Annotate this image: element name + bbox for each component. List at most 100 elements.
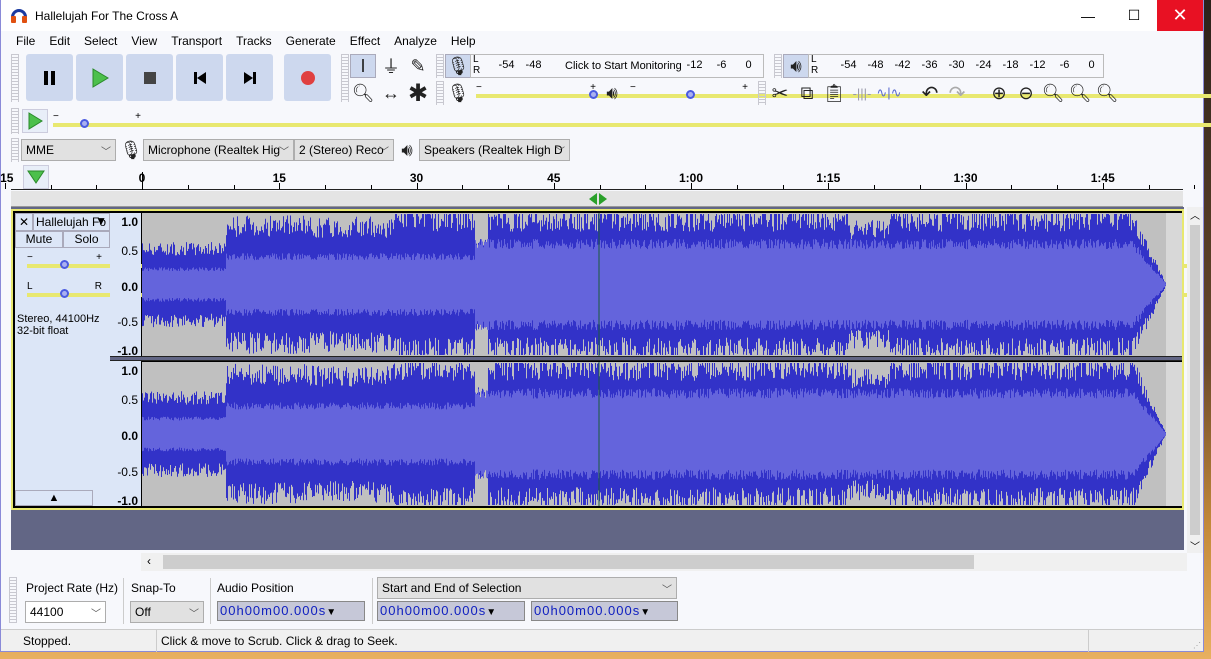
- horizontal-scrollbar[interactable]: ‹: [141, 553, 1187, 571]
- menu-analyze[interactable]: Analyze: [387, 34, 444, 48]
- scroll-up-icon[interactable]: ︿: [1187, 207, 1203, 223]
- skip-to-start-button[interactable]: [176, 54, 223, 101]
- menu-select[interactable]: Select: [77, 34, 124, 48]
- timeline-options-button[interactable]: [23, 165, 49, 189]
- scroll-down-icon[interactable]: ﹀: [1187, 538, 1203, 553]
- zoom-tool-icon[interactable]: 🔍︎: [350, 81, 376, 105]
- record-meter-grip[interactable]: [436, 54, 444, 78]
- play-meter-grip[interactable]: [774, 54, 782, 78]
- selection-toolbar-grip[interactable]: [9, 577, 17, 623]
- track-pan-slider[interactable]: L R: [27, 281, 1200, 299]
- record-button[interactable]: [284, 54, 331, 101]
- menu-transport[interactable]: Transport: [164, 34, 229, 48]
- track-control-panel[interactable]: ✕ Hallelujah Fo ▼ Mute Solo − + L R Stere…: [15, 213, 1200, 506]
- track-gain-slider[interactable]: − +: [27, 252, 1200, 270]
- scrub-bar[interactable]: [11, 191, 1183, 207]
- waveform-left-channel[interactable]: [142, 213, 1182, 356]
- playback-speed-knob[interactable]: [79, 119, 89, 128]
- minimize-button[interactable]: —: [1065, 0, 1111, 31]
- edit-toolbar-grip[interactable]: [758, 81, 766, 105]
- playhead-marker-icon[interactable]: [589, 193, 607, 205]
- vertical-scrollbar[interactable]: ︿ ﹀: [1187, 207, 1203, 553]
- skip-to-end-button[interactable]: [226, 54, 273, 101]
- fit-project-icon[interactable]: 🔍︎: [1067, 81, 1093, 105]
- redo-icon[interactable]: ↷: [944, 81, 970, 105]
- menu-help[interactable]: Help: [444, 34, 483, 48]
- mixer-toolbar-grip[interactable]: [436, 81, 444, 105]
- play-meter-speaker-icon[interactable]: 🔊︎: [783, 54, 809, 78]
- project-rate-select[interactable]: 44100 ﹀: [25, 601, 106, 623]
- selection-start-field[interactable]: 00h00m00.000s▼: [377, 601, 525, 621]
- playback-speed-slider[interactable]: − +: [53, 111, 1211, 129]
- track-close-button[interactable]: ✕: [15, 213, 33, 231]
- menu-edit[interactable]: Edit: [42, 34, 77, 48]
- recording-channels-select[interactable]: 2 (Stereo) Reco ﹀: [294, 139, 394, 161]
- solo-button[interactable]: Solo: [63, 231, 110, 248]
- playback-volume-knob[interactable]: [685, 90, 695, 99]
- maximize-button[interactable]: ☐: [1111, 0, 1157, 31]
- menu-tracks[interactable]: Tracks: [229, 34, 279, 48]
- collapse-track-button[interactable]: ▲: [15, 490, 93, 506]
- paste-icon[interactable]: 📋︎: [821, 81, 847, 105]
- play-at-speed-button[interactable]: [22, 109, 48, 133]
- menu-file[interactable]: File: [9, 34, 42, 48]
- resize-grip-icon[interactable]: ⋰: [1193, 641, 1201, 650]
- stop-button[interactable]: [126, 54, 173, 101]
- zoom-out-icon[interactable]: ⊖: [1013, 81, 1039, 105]
- meter-tick: -48: [525, 59, 542, 71]
- track-pan-knob[interactable]: [60, 289, 69, 298]
- playback-device-select[interactable]: Speakers (Realtek High D ﹀: [419, 139, 570, 161]
- record-meter[interactable]: L R -54 -48 Click to Start Monitoring -1…: [470, 54, 764, 78]
- record-meter-mic-icon[interactable]: 🎙︎: [445, 54, 471, 78]
- tools-toolbar-grip[interactable]: [341, 54, 349, 102]
- menu-effect[interactable]: Effect: [343, 34, 387, 48]
- menu-view[interactable]: View: [124, 34, 164, 48]
- menu-generate[interactable]: Generate: [279, 34, 343, 48]
- slider-min-label: −: [630, 82, 636, 93]
- envelope-tool-icon[interactable]: ⏚: [378, 54, 404, 78]
- selection-tool-icon[interactable]: I: [350, 54, 376, 78]
- silence-audio-icon[interactable]: ∿|∿: [876, 81, 902, 105]
- recording-volume-knob[interactable]: [589, 90, 598, 99]
- play-button[interactable]: [76, 54, 123, 101]
- scroll-left-icon[interactable]: ‹: [147, 554, 151, 568]
- recording-volume-slider[interactable]: − +: [476, 82, 1211, 100]
- close-button[interactable]: ✕: [1157, 0, 1203, 31]
- playback-volume-slider[interactable]: − +: [630, 82, 1211, 100]
- play-at-speed-grip[interactable]: [11, 108, 19, 134]
- fit-selection-icon[interactable]: 🔍︎: [1040, 81, 1066, 105]
- vertical-scroll-thumb[interactable]: [1190, 225, 1200, 535]
- audio-host-select[interactable]: MME ﹀: [21, 139, 116, 161]
- play-meter[interactable]: L R -54 -48 -42 -36 -30 -24 -18 -12 -6 0: [808, 54, 1104, 78]
- track-gain-knob[interactable]: [60, 260, 69, 269]
- selection-end-field[interactable]: 00h00m00.000s▼: [531, 601, 678, 621]
- track-menu-button[interactable]: Hallelujah Fo ▼: [33, 213, 110, 231]
- multi-tool-icon[interactable]: ✱: [405, 80, 431, 107]
- ruler-tick: [736, 185, 738, 189]
- dropdown-triangle-icon[interactable]: ▼: [640, 607, 651, 618]
- mute-button[interactable]: Mute: [15, 231, 63, 248]
- transport-toolbar-grip[interactable]: [11, 54, 19, 102]
- selection-mode-select[interactable]: Start and End of Selection ﹀: [377, 577, 677, 599]
- waveform-right-channel[interactable]: [142, 362, 1182, 506]
- ruler-tick: [1057, 185, 1058, 189]
- recording-device-select[interactable]: Microphone (Realtek Hig ﹀: [143, 139, 294, 161]
- pause-button[interactable]: [26, 54, 73, 101]
- dropdown-triangle-icon[interactable]: ▼: [486, 607, 497, 618]
- zoom-toggle-icon[interactable]: 🔍︎: [1094, 81, 1120, 105]
- snap-to-select[interactable]: Off ﹀: [130, 601, 204, 623]
- trim-audio-icon[interactable]: -|||-: [849, 81, 875, 105]
- copy-icon[interactable]: ⧉: [794, 81, 820, 105]
- horizontal-scroll-thumb[interactable]: [163, 555, 974, 569]
- draw-tool-icon[interactable]: ✎: [405, 54, 431, 78]
- timeshift-tool-icon[interactable]: ↔: [378, 81, 404, 105]
- audio-track[interactable]: ✕ Hallelujah Fo ▼ Mute Solo − + L R Stere…: [11, 209, 1200, 510]
- cut-icon[interactable]: ✂: [767, 81, 793, 105]
- audio-position-field[interactable]: 00h00m00.000s▼: [217, 601, 365, 621]
- zoom-in-icon[interactable]: ⊕: [986, 81, 1012, 105]
- undo-icon[interactable]: ↶: [917, 81, 943, 105]
- device-toolbar-grip[interactable]: [11, 138, 19, 162]
- start-monitoring-prompt[interactable]: Click to Start Monitoring: [563, 60, 684, 72]
- dropdown-triangle-icon[interactable]: ▼: [326, 607, 337, 618]
- timeline-ruler[interactable]: -1501530451:001:151:301:452:002:152:302:…: [0, 164, 1196, 190]
